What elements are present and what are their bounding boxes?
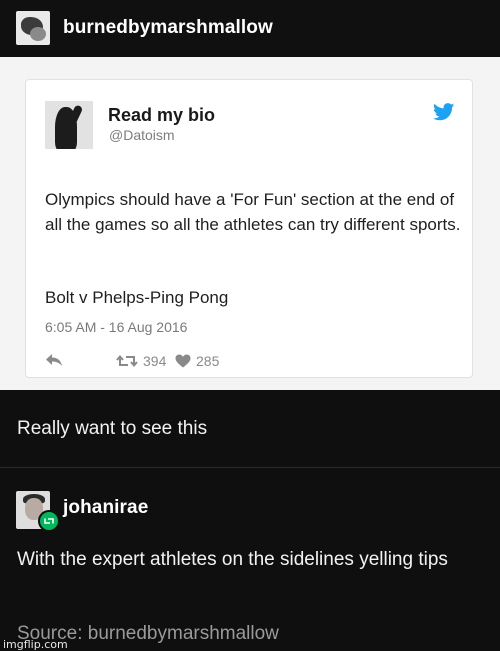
heart-icon (175, 354, 191, 368)
tweet-avatar (45, 101, 93, 149)
source-link[interactable]: burnedbymarshmallow (88, 623, 279, 644)
tweet-handle: @Datoism (109, 127, 175, 143)
twitter-bird-icon (433, 103, 455, 121)
reblog-text: With the expert athletes on the sideline… (17, 549, 448, 570)
reply-button (45, 353, 63, 367)
like-count: 285 (196, 353, 220, 369)
tweet-timestamp: 6:05 AM - 16 Aug 2016 (45, 319, 188, 335)
tweet-display-name: Read my bio (108, 105, 216, 125)
reblogger-username[interactable]: johanirae (63, 497, 148, 519)
tweet-screenshot: Read my bio @Datoism Olympics should hav… (0, 57, 500, 390)
divider (0, 467, 500, 468)
retweet-icon (116, 354, 138, 368)
reply-icon (46, 354, 62, 366)
blog-avatar-icon[interactable] (16, 11, 50, 45)
tweet-text-line: Bolt v Phelps-Ping Pong (45, 288, 229, 307)
like-button: 285 (175, 353, 219, 369)
retweet-count: 394 (143, 353, 167, 369)
reblog-icon (38, 510, 60, 532)
tweet-text: Olympics should have a 'For Fun' section… (45, 190, 461, 234)
tweet-card: Read my bio @Datoism Olympics should hav… (25, 79, 473, 378)
post-caption: Really want to see this (17, 418, 208, 439)
retweet-button: 394 (116, 353, 166, 369)
post-header: burnedbymarshmallow (0, 0, 500, 57)
post-username[interactable]: burnedbymarshmallow (63, 17, 273, 39)
watermark: imgflip.com (3, 638, 68, 651)
